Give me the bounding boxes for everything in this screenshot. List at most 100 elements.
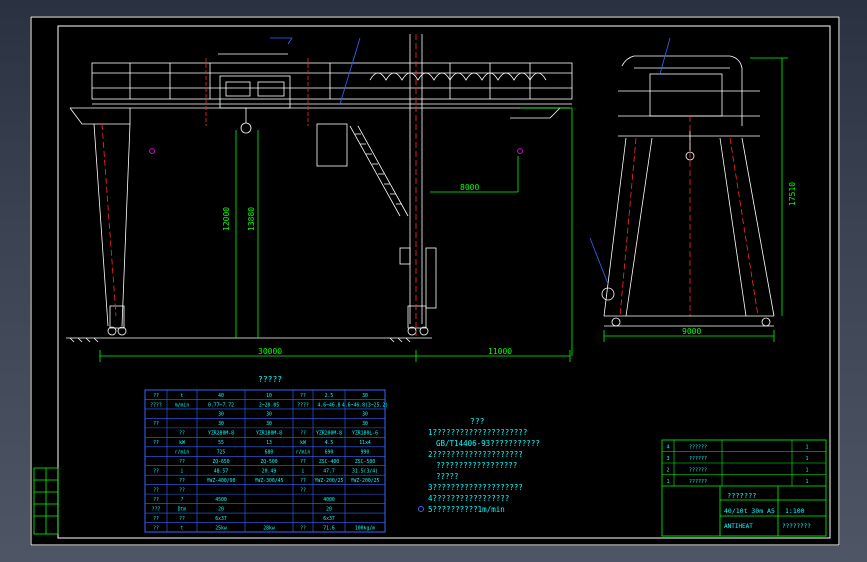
table-cell: ?? xyxy=(300,487,306,493)
table-cell: 30 xyxy=(362,421,368,427)
total-height-text: 17510 xyxy=(788,182,797,206)
table-cell: ?? xyxy=(179,431,185,437)
trolley-winch xyxy=(225,81,251,97)
parts-cell: ?????? xyxy=(689,456,707,462)
table-cell: t xyxy=(181,393,184,399)
table-cell: 20.49 xyxy=(262,469,277,475)
stairway xyxy=(349,125,409,217)
table-cell: ?? xyxy=(179,487,185,493)
revision-grid xyxy=(34,468,58,534)
table-cell: ?? xyxy=(153,516,159,522)
table-cell: ???? xyxy=(297,402,309,408)
note-bullet-icon xyxy=(418,506,424,512)
table-cell: i xyxy=(302,469,305,475)
table-cell: YWZ-200/25 xyxy=(351,478,380,484)
base-width-text: 9000 xyxy=(682,327,701,336)
table-cell: 25kw xyxy=(215,525,227,531)
cantilever-dim-lines xyxy=(520,107,573,356)
table-cell: t xyxy=(181,525,184,531)
side-legs xyxy=(603,137,775,317)
table-cell: 20 xyxy=(218,506,224,512)
parts-cell: 1 xyxy=(666,479,669,485)
table-cell: ?? xyxy=(153,525,159,531)
side-trolley xyxy=(649,73,723,117)
table-cell: YZR180L-6 xyxy=(352,431,378,437)
revision-block xyxy=(33,467,59,535)
table-cell: 71.6 xyxy=(323,525,335,531)
table-cell: YWZ-400/90 xyxy=(207,478,236,484)
table-cell: 11x4 xyxy=(359,440,371,446)
title-block: 4?????? 1 3?????? 1 2?????? 1 1?????? 1 ???????… xyxy=(661,439,827,537)
right-bogie xyxy=(407,305,427,329)
table-cell: 690 xyxy=(325,450,334,456)
side-leg-centerlines xyxy=(619,137,759,317)
note-line: 4????????????????? xyxy=(428,494,509,503)
table-cell: ?? xyxy=(153,487,159,493)
notes-title: ??? xyxy=(470,417,485,426)
table-cell: 30 xyxy=(266,421,272,427)
side-wheel xyxy=(761,317,771,327)
hook-symbol xyxy=(149,148,155,154)
table-cell: ?? xyxy=(153,497,159,503)
table-cell: 20 xyxy=(326,506,332,512)
drawing-name: ??????? xyxy=(727,492,757,500)
table-cell: r/min xyxy=(175,450,190,456)
table-cell: ?? xyxy=(179,478,185,484)
cad-viewport[interactable]: 12000 13880 8000 30000 11000 9000 17510 xyxy=(0,0,867,562)
table-cell: ZSC-500 xyxy=(355,459,375,465)
left-leg xyxy=(93,123,131,327)
table-cell: 100kg/m xyxy=(355,525,375,531)
title-block-frame xyxy=(661,439,827,537)
cable-reel xyxy=(601,287,615,301)
trolley-motor xyxy=(257,81,285,97)
drawing-code: ANTIHEAT xyxy=(724,523,753,530)
table-cell: kW xyxy=(179,440,185,446)
note-line: 3???????????????????? xyxy=(428,483,523,492)
side-elevation-view: 9000 17510 xyxy=(589,37,797,342)
table-cell: ? xyxy=(181,497,184,503)
parameter-table-title: ????? xyxy=(258,375,282,384)
table-cell: ?? xyxy=(179,516,185,522)
table-cell: m/min xyxy=(175,402,190,408)
lift-height-b-text: 13880 xyxy=(247,207,256,231)
note-line: ????? xyxy=(436,472,459,481)
table-cell: 47.7 xyxy=(323,469,335,475)
lift-height-a-text: 12000 xyxy=(222,207,231,231)
cantilever-text: 11000 xyxy=(488,347,512,356)
main-hook xyxy=(240,122,252,134)
table-cell: 40 xyxy=(218,393,224,399)
table-cell: 4.5 xyxy=(325,440,334,446)
table-cell: ZQ-650 xyxy=(212,459,229,465)
parts-cell: 1 xyxy=(805,479,808,485)
right-end-beam xyxy=(510,107,561,119)
table-cell: r/min xyxy=(296,450,311,456)
parts-list: 4?????? 1 3?????? 1 2?????? 1 1?????? 1 xyxy=(662,440,826,486)
parameter-table: ????? ?? t 40 10?? 2.5 30???? m/min 0.77~7.72 2~… xyxy=(144,375,388,533)
table-cell: 2.5 xyxy=(325,393,334,399)
left-end-beam xyxy=(69,107,131,125)
scale-text: 1:100 xyxy=(785,507,805,515)
table-cell: 990 xyxy=(361,450,370,456)
note-line: 2???????????????????? xyxy=(428,450,523,459)
table-cell: ?? xyxy=(153,421,159,427)
table-cell: ?? xyxy=(153,440,159,446)
table-cell: YWZ-200/25 xyxy=(315,478,344,484)
table-cell: 4.6~46.8(3~25.2) xyxy=(342,402,388,408)
table-cell: 31.5(3/4) xyxy=(352,469,378,475)
main-girder xyxy=(91,62,573,100)
stair-treads xyxy=(355,133,402,205)
table-cell: Dtm xyxy=(178,506,187,512)
table-cell: 725 xyxy=(217,450,226,456)
note-line: 1????????????????????? xyxy=(428,428,527,437)
table-cell: YZR200M-8 xyxy=(316,431,342,437)
trolley-limits xyxy=(205,58,309,126)
table-cell: ?? xyxy=(300,393,306,399)
table-cell: ?? xyxy=(300,525,306,531)
table-cell: 4.6~46.8 xyxy=(317,402,340,408)
note-line: GB/T14406-93??????????? xyxy=(436,439,540,448)
side-sill xyxy=(604,315,774,327)
table-cell: 30 xyxy=(362,393,368,399)
table-cells: ?? t 40 10?? 2.5 30???? m/min 0.77~7.72 2~20.05?… xyxy=(150,393,388,532)
parts-cell: 1 xyxy=(805,468,808,474)
side-wheel xyxy=(611,317,621,327)
